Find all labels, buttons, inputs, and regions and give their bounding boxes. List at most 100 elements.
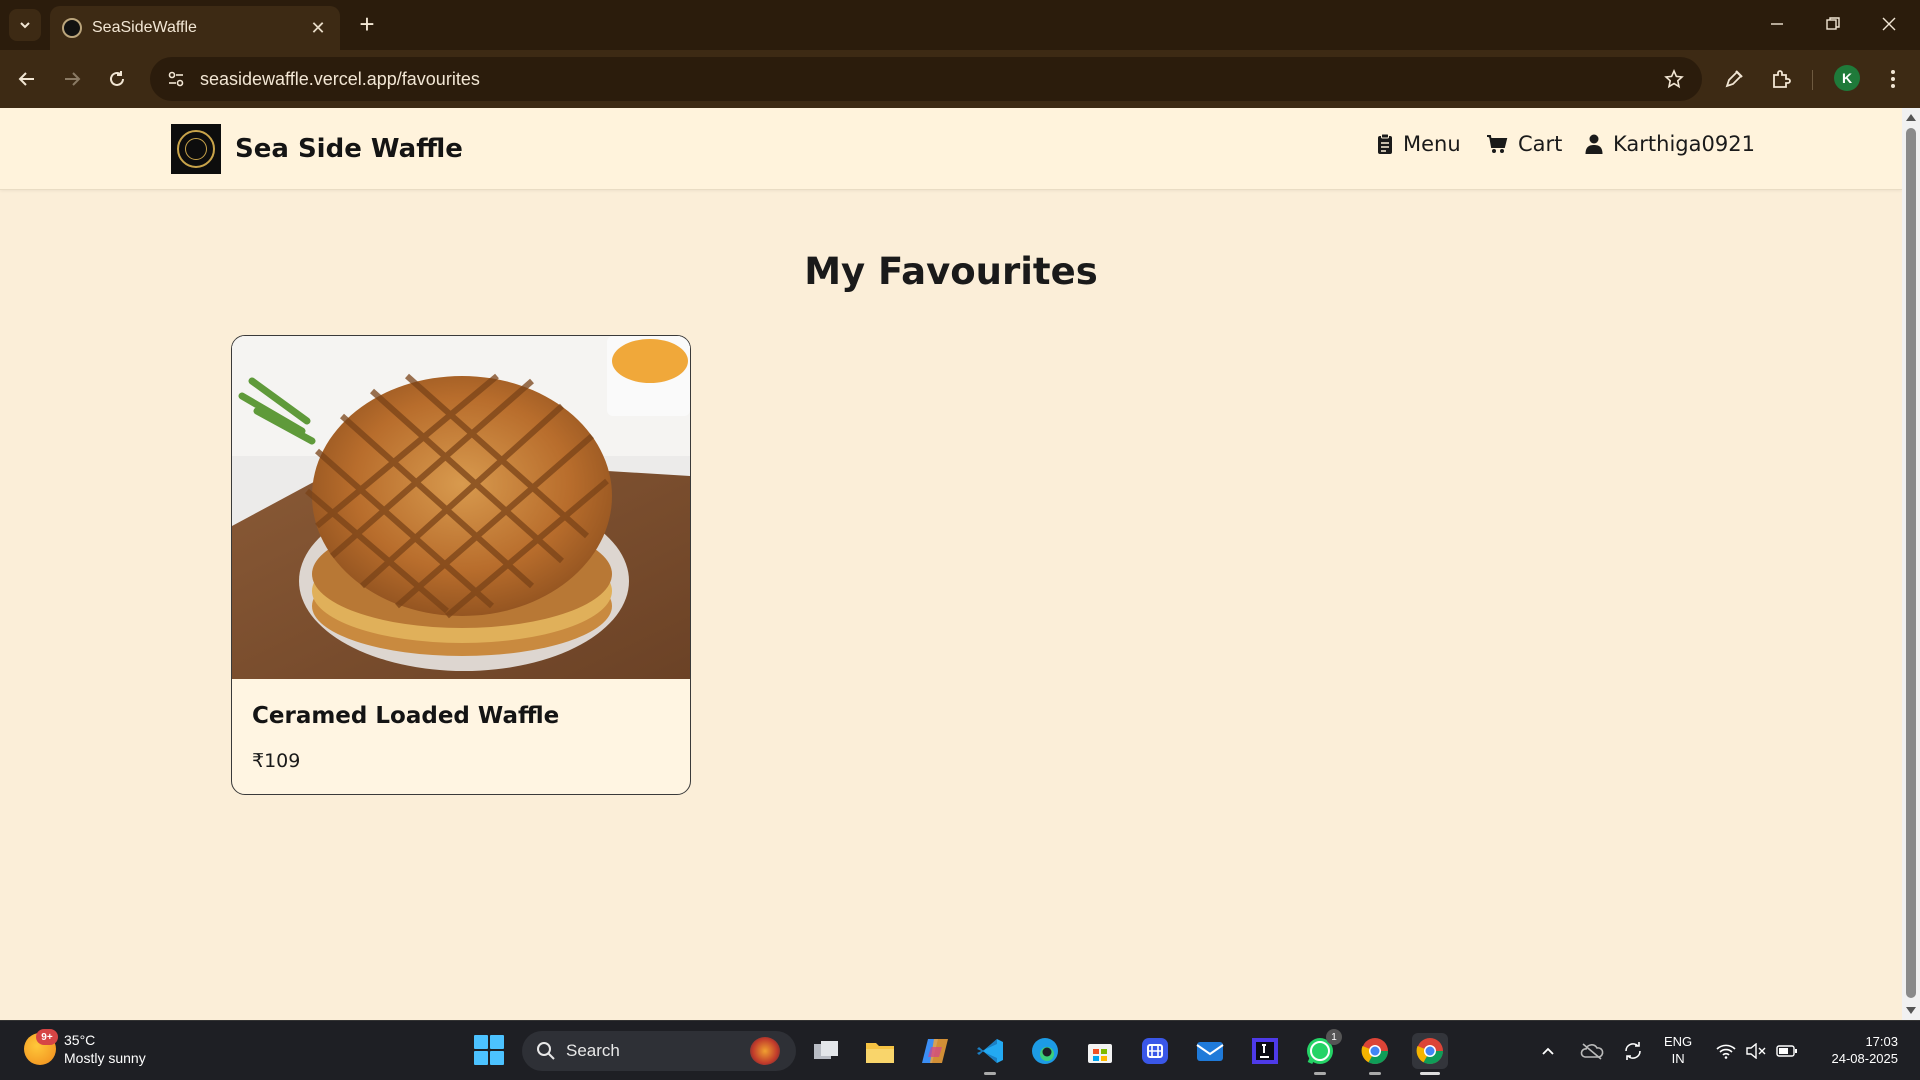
whatsapp-badge: 1	[1326, 1029, 1342, 1045]
chrome-button-2-active[interactable]	[1412, 1033, 1448, 1075]
puzzle-icon	[1773, 70, 1791, 88]
close-window-button[interactable]	[1866, 8, 1912, 40]
tune-icon	[168, 71, 184, 87]
arrow-left-icon	[18, 72, 34, 86]
browser-tab-active[interactable]: SeaSideWaffle ✕	[50, 6, 340, 50]
microsoft-store-button[interactable]	[1082, 1033, 1118, 1069]
windows-taskbar: 9+ 35°C Mostly sunny Search 1 ENG IN 17:…	[0, 1020, 1920, 1080]
chevron-down-icon	[20, 22, 30, 29]
edge-icon	[1032, 1038, 1058, 1064]
eyedropper-button[interactable]	[1718, 63, 1750, 95]
brand-logo[interactable]	[171, 124, 221, 174]
scroll-up-icon[interactable]	[1905, 112, 1917, 122]
chrome-button-1[interactable]	[1357, 1033, 1393, 1075]
reload-button[interactable]	[101, 63, 133, 95]
browser-toolbar: seasidewaffle.vercel.app/favourites K	[0, 50, 1920, 108]
windows-logo-icon	[474, 1035, 488, 1049]
nav-menu-link[interactable]: Menu	[1377, 132, 1461, 156]
task-view-button[interactable]	[808, 1033, 844, 1069]
site-header: Sea Side Waffle Menu Cart Karthiga0921	[0, 108, 1902, 190]
clipboard-icon	[1378, 133, 1392, 154]
restore-button[interactable]	[1810, 8, 1856, 40]
language-indicator[interactable]: ENG IN	[1664, 1033, 1692, 1067]
site-info-button[interactable]	[156, 59, 196, 99]
taskbar-search[interactable]: Search	[522, 1031, 796, 1071]
minimize-button[interactable]	[1754, 8, 1800, 40]
volume-muted-icon	[1746, 1043, 1766, 1059]
star-icon	[1664, 69, 1684, 89]
logo-emblem	[185, 138, 207, 160]
file-explorer-button[interactable]	[862, 1033, 898, 1069]
task-view-icon	[814, 1041, 838, 1059]
calendar-app-icon	[1142, 1038, 1168, 1064]
network-button[interactable]	[1716, 1021, 1736, 1080]
tab-close-icon[interactable]: ✕	[308, 18, 328, 39]
nav-user-label: Karthiga0921	[1613, 132, 1755, 156]
sun-icon: 9+	[24, 1029, 58, 1065]
browser-menu-button[interactable]	[1877, 63, 1909, 95]
jetbrains-button[interactable]	[1247, 1033, 1283, 1069]
toolbar-divider	[1812, 70, 1813, 90]
item-price: ₹109	[252, 750, 301, 772]
nav-cart-label: Cart	[1518, 132, 1563, 156]
sync-button[interactable]	[1622, 1021, 1644, 1080]
back-button[interactable]	[11, 63, 43, 95]
weather-temp: 35°C	[64, 1032, 96, 1048]
scroll-thumb[interactable]	[1906, 128, 1916, 998]
whatsapp-button[interactable]: 1	[1302, 1029, 1342, 1075]
weather-widget[interactable]: 9+ 35°C Mostly sunny	[24, 1029, 146, 1067]
nav-menu-label: Menu	[1403, 132, 1461, 156]
item-name: Ceramed Loaded Waffle	[252, 703, 560, 729]
nav-user-link[interactable]: Karthiga0921	[1585, 132, 1755, 156]
edge-button[interactable]	[1027, 1033, 1063, 1069]
show-hidden-icons-button[interactable]	[1540, 1021, 1556, 1080]
reload-icon	[110, 71, 124, 86]
favourite-item-card[interactable]: Ceramed Loaded Waffle ₹109	[231, 335, 691, 795]
waffle-photo	[232, 336, 690, 679]
bookmark-button[interactable]	[1656, 61, 1692, 97]
vscode-button[interactable]	[972, 1033, 1008, 1075]
nav-cart-link[interactable]: Cart	[1486, 132, 1562, 156]
brand-name[interactable]: Sea Side Waffle	[235, 134, 463, 164]
battery-button[interactable]	[1776, 1021, 1798, 1080]
cart-icon	[1487, 135, 1508, 153]
arrow-right-icon	[65, 72, 81, 86]
scroll-down-icon[interactable]	[1905, 1006, 1917, 1016]
copilot-icon	[922, 1039, 948, 1063]
new-tab-button[interactable]: +	[352, 10, 382, 40]
copilot-button[interactable]	[917, 1033, 953, 1069]
page-title: My Favourites	[804, 250, 1098, 293]
lang-region: IN	[1671, 1051, 1685, 1066]
close-icon	[1882, 17, 1896, 31]
forward-button[interactable]	[56, 63, 88, 95]
chrome-icon	[1361, 1038, 1389, 1065]
onedrive-button[interactable]	[1580, 1021, 1604, 1080]
tab-search-button[interactable]	[9, 9, 41, 41]
tab-title: SeaSideWaffle	[92, 19, 197, 36]
lang-code: ENG	[1664, 1034, 1693, 1049]
profile-avatar[interactable]: K	[1834, 65, 1860, 91]
url-text[interactable]: seasidewaffle.vercel.app/favourites	[200, 69, 1656, 90]
page-viewport: Sea Side Waffle Menu Cart Karthiga0921 M…	[0, 108, 1902, 1020]
extensions-button[interactable]	[1765, 63, 1797, 95]
address-bar[interactable]: seasidewaffle.vercel.app/favourites	[150, 57, 1702, 101]
logo-ring	[177, 130, 215, 168]
chrome-icon	[1416, 1038, 1444, 1065]
search-icon	[537, 1042, 555, 1060]
minimize-icon	[1771, 23, 1783, 25]
folder-icon	[866, 1043, 894, 1063]
mail-app-button[interactable]	[1192, 1033, 1228, 1069]
jetbrains-icon	[1252, 1038, 1278, 1064]
mail-icon	[1196, 1042, 1224, 1061]
volume-button[interactable]	[1746, 1021, 1766, 1080]
search-label: Search	[566, 1041, 620, 1060]
system-clock[interactable]: 17:03 24-08-2025	[1818, 1033, 1899, 1067]
store-icon	[1088, 1044, 1112, 1063]
weather-desc: Mostly sunny	[64, 1050, 146, 1066]
running-indicator	[1314, 1072, 1326, 1075]
search-highlight-icon	[750, 1037, 780, 1065]
running-indicator	[1369, 1072, 1381, 1075]
start-button[interactable]	[474, 1035, 504, 1065]
page-scrollbar[interactable]	[1902, 108, 1920, 1020]
teams-app-button[interactable]	[1137, 1033, 1173, 1069]
